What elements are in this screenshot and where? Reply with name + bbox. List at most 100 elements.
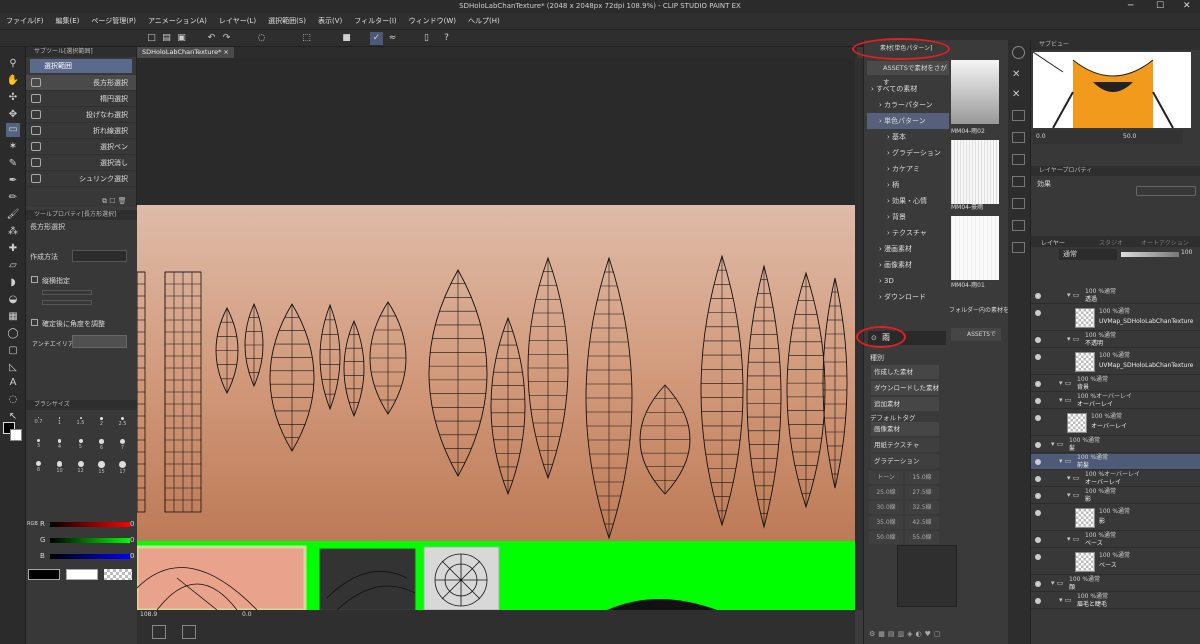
kind-added-button[interactable]: 追加素材 xyxy=(871,397,939,411)
brush-size-cell[interactable]: 7 xyxy=(113,436,132,456)
color-mode-rgb[interactable]: RGB xyxy=(27,520,38,529)
eye-icon[interactable] xyxy=(1035,381,1041,387)
brush-size-cell[interactable]: 2.5 xyxy=(113,414,132,434)
ruler-icon[interactable]: ◺ xyxy=(6,361,20,375)
tab-autoaction[interactable]: オートアクション xyxy=(1141,238,1189,247)
material-thumb-1[interactable] xyxy=(951,60,999,124)
eye-icon[interactable] xyxy=(1035,476,1041,482)
fill-tool-icon[interactable]: ◒ xyxy=(6,293,20,307)
material-tree-item[interactable]: › すべての素材 xyxy=(867,81,949,97)
brush-size-cell[interactable]: 0.7 xyxy=(29,414,48,434)
undo-icon[interactable]: ↶ xyxy=(205,32,218,45)
material-folder-icon-5[interactable] xyxy=(1012,198,1025,209)
layer-toggle-icon[interactable] xyxy=(152,625,166,639)
help-icon[interactable]: ? xyxy=(440,32,453,45)
brush-size-cell[interactable]: 15 xyxy=(92,458,111,478)
layer-row[interactable]: ▾ ▭ 100 %通常 前髪 xyxy=(1031,454,1200,470)
material-tree-item[interactable]: › 効果・心情 xyxy=(867,193,949,209)
assets-short-button[interactable]: ASSETSで xyxy=(951,328,1001,341)
airbrush-icon[interactable]: ⁂ xyxy=(6,225,20,239)
menu-edit[interactable]: 編集(E) xyxy=(50,13,86,30)
opacity-slider[interactable] xyxy=(1121,252,1179,257)
new-file-icon[interactable]: □ xyxy=(145,32,158,45)
tone-tag[interactable]: 25.0線 xyxy=(869,486,903,499)
subtool-item[interactable]: シュリンク選択 xyxy=(26,171,136,187)
document-icon[interactable]: ▯ xyxy=(420,32,433,45)
material-tree-item[interactable]: › 基本 xyxy=(867,129,949,145)
navigator-toggle-icon[interactable] xyxy=(182,625,196,639)
hand-icon[interactable]: ✋ xyxy=(6,74,20,88)
maximize-button[interactable]: ☐ xyxy=(1156,0,1164,13)
canvas-tab[interactable]: SDHoloLabChanTexture* × xyxy=(137,47,234,58)
menu-file[interactable]: ファイル(F) xyxy=(0,13,50,30)
layer-row[interactable]: 100 %通常 オーバーレイ xyxy=(1031,410,1200,436)
brush-size-cell[interactable]: 1.5 xyxy=(71,414,90,434)
eye-icon[interactable] xyxy=(1035,598,1041,604)
eye-icon[interactable] xyxy=(1035,459,1041,465)
close-tab-icon[interactable]: × xyxy=(223,48,228,56)
material-tree-item[interactable]: › テクスチャ xyxy=(867,225,949,241)
layer-row[interactable]: ▾ ▭ 100 %通常 不透明 xyxy=(1031,332,1200,348)
eye-icon[interactable] xyxy=(1035,442,1041,448)
tone-tag[interactable]: 55.0線 xyxy=(905,531,939,544)
blue-slider[interactable] xyxy=(50,554,130,559)
brush-size-cell[interactable]: 6 xyxy=(92,436,111,456)
antialias-selector[interactable] xyxy=(72,335,127,348)
menu-filter[interactable]: フィルター(I) xyxy=(348,13,402,30)
main-color-chip[interactable] xyxy=(28,569,60,580)
brush-size-cell[interactable]: 17 xyxy=(113,458,132,478)
transform-icon[interactable]: ⬚ xyxy=(300,32,313,45)
fill-icon[interactable]: ■ xyxy=(340,32,353,45)
tag-paper-texture[interactable]: 用紙テクスチャ xyxy=(871,438,939,452)
gradient-icon[interactable]: ▦ xyxy=(6,310,20,324)
kind-downloaded-button[interactable]: ダウンロードした素材 xyxy=(871,381,939,395)
layer-row[interactable]: 100 %通常 UVMap_SDHoloLabChanTexture xyxy=(1031,305,1200,331)
save-icon[interactable]: ▣ xyxy=(175,32,188,45)
eye-icon[interactable] xyxy=(1035,293,1041,299)
subtool-item[interactable]: 投げなわ選択 xyxy=(26,107,136,123)
pencil-icon[interactable]: ✏ xyxy=(6,191,20,205)
tone-tag[interactable]: 30.0線 xyxy=(869,501,903,514)
eye-icon[interactable] xyxy=(1035,337,1041,343)
operation-icon[interactable]: ✣ xyxy=(6,91,20,105)
blend-icon[interactable]: ◗ xyxy=(6,276,20,290)
angle-value[interactable]: 0.0 xyxy=(242,611,252,618)
opacity-value[interactable]: 100 xyxy=(1181,249,1192,256)
material-tree-item[interactable]: › 背景 xyxy=(867,209,949,225)
eye-icon[interactable] xyxy=(1035,354,1041,360)
eye-icon[interactable] xyxy=(1035,415,1041,421)
brush-size-cell[interactable]: 3 xyxy=(29,436,48,456)
material-folder-icon-2[interactable] xyxy=(1012,132,1025,143)
assets-search-button[interactable]: ASSETSで素材をさがす xyxy=(867,61,949,86)
kind-created-button[interactable]: 作成した素材 xyxy=(871,365,939,379)
material-tree-item[interactable]: › 漫画素材 xyxy=(867,241,949,257)
navigator-icon[interactable] xyxy=(1012,46,1025,59)
subtool-item[interactable]: 楕円選択 xyxy=(26,91,136,107)
layer-row[interactable]: 100 %通常影 xyxy=(1031,505,1200,531)
brush-size-cell[interactable]: 1 xyxy=(50,414,69,434)
subview-angle[interactable]: 0.0 xyxy=(1036,133,1046,140)
green-slider[interactable] xyxy=(50,538,130,543)
tone-tag[interactable]: 27.5線 xyxy=(905,486,939,499)
material-folder-icon-7[interactable] xyxy=(1012,242,1025,253)
tag-image-material[interactable]: 画像素材 xyxy=(871,422,939,436)
eye-icon[interactable] xyxy=(1035,310,1041,316)
minimize-button[interactable]: ─ xyxy=(1128,0,1133,13)
tone-tag[interactable]: 50.0線 xyxy=(869,531,903,544)
eye-icon[interactable] xyxy=(1035,581,1041,587)
menu-help[interactable]: ヘルプ(H) xyxy=(462,13,506,30)
frame-icon[interactable]: ▢ xyxy=(6,344,20,358)
menu-animation[interactable]: アニメーション(A) xyxy=(142,13,213,30)
material-tree-item[interactable]: › 3D xyxy=(867,273,949,289)
stabilizer-icon[interactable]: ≈ xyxy=(386,32,399,45)
aspect-checkbox[interactable] xyxy=(31,276,38,283)
menu-view[interactable]: 表示(V) xyxy=(312,13,348,30)
material-folder-icon-6[interactable] xyxy=(1012,220,1025,231)
tone-tag[interactable]: トーン xyxy=(869,471,903,484)
layer-row[interactable]: ▾ ▭ 100 %通常髪 xyxy=(1031,437,1200,453)
brush-size-cell[interactable]: 10 xyxy=(50,458,69,478)
layer-row[interactable]: 100 %通常 UVMap_SDHoloLabChanTexture xyxy=(1031,349,1200,375)
figure-icon[interactable]: ◯ xyxy=(6,327,20,341)
layer-row[interactable]: ▾ ▭ 100 %オーバーレイ オーバーレイ xyxy=(1031,393,1200,409)
eye-icon[interactable] xyxy=(1035,510,1041,516)
